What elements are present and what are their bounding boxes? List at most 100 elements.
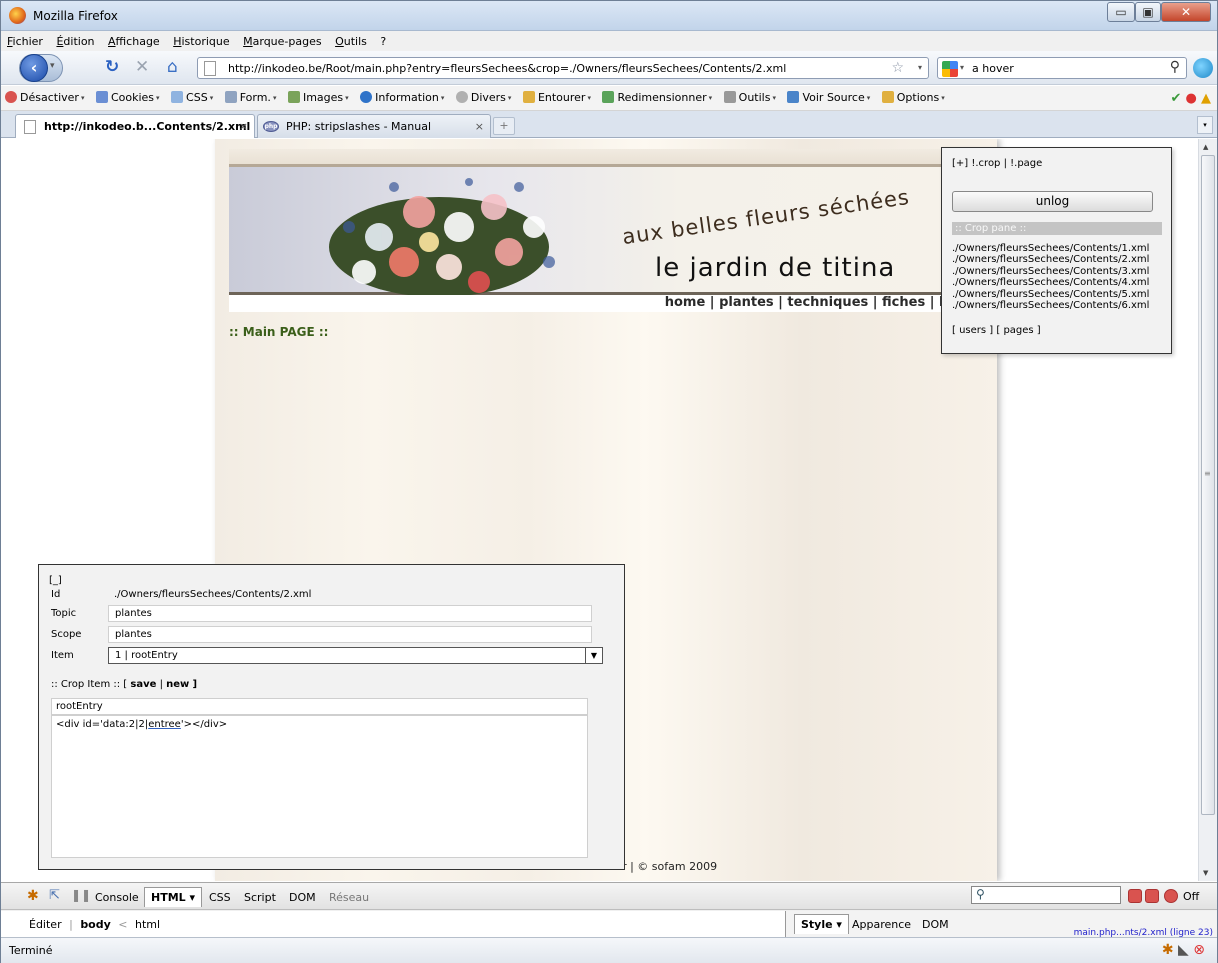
- firebug-bug-icon[interactable]: ✱: [27, 888, 39, 904]
- scrollbar-thumb[interactable]: [1201, 155, 1215, 815]
- vertical-scrollbar[interactable]: ▲ ≡ ▼: [1198, 139, 1217, 881]
- maximize-button[interactable]: ▣: [1135, 2, 1161, 22]
- pause-icon[interactable]: ❚❚: [71, 888, 91, 902]
- edit-button[interactable]: Éditer: [29, 918, 62, 931]
- bookmark-star-icon[interactable]: ☆: [891, 60, 904, 76]
- search-input[interactable]: a hover: [972, 62, 1014, 75]
- firebug-tab-html[interactable]: HTML ▾: [144, 887, 203, 907]
- editor-toggle[interactable]: [_]: [49, 575, 62, 586]
- valid-check-icon[interactable]: ✔: [1170, 91, 1181, 106]
- firefox-window: Mozilla Firefox ▭ ▣ ✕ Fichier Édition Af…: [0, 0, 1218, 963]
- topic-label: Topic: [51, 608, 77, 619]
- menu-edition[interactable]: Édition: [50, 31, 98, 48]
- stop-icon[interactable]: ✕: [135, 59, 149, 76]
- devbar-divers[interactable]: Divers ▾: [452, 91, 516, 104]
- users-pages-links[interactable]: [ users ] [ pages ]: [952, 325, 1041, 336]
- site-navigation[interactable]: home | plantes | techniques | fiches | b…: [229, 295, 983, 312]
- error-icon[interactable]: ●: [1186, 91, 1197, 106]
- topic-input[interactable]: plantes: [108, 605, 592, 622]
- firebug-tab-css[interactable]: CSS: [209, 891, 231, 904]
- devbar-redimensionner[interactable]: Redimensionner ▾: [598, 91, 716, 104]
- back-arrow-icon: ‹: [20, 54, 48, 82]
- list-all-tabs-icon[interactable]: ▾: [1197, 116, 1213, 134]
- devbar-voir-source[interactable]: Voir Source ▾: [783, 91, 874, 104]
- side-tab-apparence[interactable]: Apparence: [852, 918, 911, 931]
- home-icon[interactable]: ⌂: [167, 59, 178, 76]
- scroll-up-icon[interactable]: ▲: [1203, 143, 1208, 151]
- menu-marque-pages[interactable]: Marque-pages: [237, 31, 325, 48]
- back-button[interactable]: ‹ ▾: [19, 54, 63, 82]
- new-tab-button[interactable]: +: [493, 117, 515, 135]
- side-tab-style[interactable]: Style ▾: [794, 914, 849, 934]
- banner-site-name: le jardin de titina: [655, 253, 896, 283]
- search-icon[interactable]: ⚲: [1170, 59, 1180, 75]
- crop-file-link[interactable]: ./Owners/fleursSechees/Contents/2.xml: [952, 254, 1149, 265]
- firebug-search-input[interactable]: ⚲: [971, 886, 1121, 904]
- firebug-off-label[interactable]: Off: [1183, 890, 1199, 903]
- firebug-tab-reseau[interactable]: Réseau: [329, 891, 369, 904]
- devbar-css[interactable]: CSS ▾: [167, 91, 217, 104]
- devbar-cookies[interactable]: Cookies ▾: [92, 91, 164, 104]
- breadcrumb-separator: <: [118, 918, 128, 931]
- devbar-desactiver[interactable]: Désactiver ▾: [1, 91, 88, 104]
- google-icon[interactable]: [942, 61, 958, 77]
- error-status-icon[interactable]: ⊗: [1193, 942, 1205, 958]
- devbar-information[interactable]: Information ▾: [356, 91, 448, 104]
- unlog-button[interactable]: unlog: [952, 191, 1153, 212]
- separator: |: [159, 679, 163, 690]
- firebug-minimize-icon[interactable]: [1128, 889, 1142, 903]
- item-select[interactable]: 1 | rootEntry ▼: [108, 647, 603, 664]
- crop-name-input[interactable]: rootEntry: [51, 698, 588, 715]
- crop-file-link[interactable]: ./Owners/fleursSechees/Contents/5.xml: [952, 289, 1149, 300]
- firebug-detach-icon[interactable]: [1145, 889, 1159, 903]
- close-button[interactable]: ✕: [1161, 2, 1211, 22]
- devbar-options[interactable]: Options ▾: [878, 91, 949, 104]
- scope-input[interactable]: plantes: [108, 626, 592, 643]
- breadcrumb-html[interactable]: html: [135, 918, 160, 931]
- reload-icon[interactable]: ↻: [105, 59, 119, 76]
- devbar-entourer[interactable]: Entourer ▾: [519, 91, 595, 104]
- devbar-outils[interactable]: Outils ▾: [720, 91, 780, 104]
- new-link[interactable]: new: [166, 679, 189, 690]
- url-bar[interactable]: http://inkodeo.be/Root/main.php?entry=fl…: [197, 57, 929, 79]
- warning-icon[interactable]: ▲: [1201, 91, 1211, 106]
- history-dropdown-icon[interactable]: ▾: [50, 61, 55, 71]
- inspect-icon[interactable]: ⇱: [49, 888, 60, 903]
- save-link[interactable]: save: [130, 679, 156, 690]
- yslow-icon[interactable]: ◣: [1178, 942, 1189, 958]
- close-tab-icon[interactable]: ×: [239, 120, 248, 133]
- chevron-down-icon[interactable]: ▼: [585, 647, 603, 664]
- crop-file-link[interactable]: ./Owners/fleursSechees/Contents/4.xml: [952, 277, 1149, 288]
- firebug-tab-dom[interactable]: DOM: [289, 891, 316, 904]
- site-banner: aux belles fleurs séchées le jardin de t…: [229, 167, 983, 295]
- firebug-html-panel: Éditer | body < html Style ▾ Apparence D…: [1, 911, 1217, 938]
- crop-content-textarea[interactable]: <div id='data:2|2|entree'></div>: [51, 715, 588, 858]
- breadcrumb-body[interactable]: body: [80, 918, 110, 931]
- firebug-tab-script[interactable]: Script: [244, 891, 276, 904]
- url-dropdown-icon[interactable]: ▾: [918, 63, 922, 72]
- crop-file-link[interactable]: ./Owners/fleursSechees/Contents/6.xml: [952, 300, 1149, 311]
- devbar-form[interactable]: Form. ▾: [221, 91, 281, 104]
- tab-php-manual[interactable]: php PHP: stripslashes - Manual ×: [257, 114, 491, 138]
- menu-fichier[interactable]: Fichier: [1, 31, 47, 48]
- crop-pane-links[interactable]: [+] !.crop | !.page: [952, 158, 1042, 169]
- menu-historique[interactable]: Historique: [167, 31, 233, 48]
- crop-file-link[interactable]: ./Owners/fleursSechees/Contents/3.xml: [952, 266, 1149, 277]
- firebug-tab-console[interactable]: Console: [95, 891, 139, 904]
- devbar-images[interactable]: Images ▾: [284, 91, 353, 104]
- skype-icon[interactable]: [1193, 58, 1213, 78]
- menu-help[interactable]: ?: [374, 31, 390, 48]
- search-bar[interactable]: ▾ a hover ⚲: [937, 57, 1187, 79]
- firebug-status-icon[interactable]: ✱: [1162, 942, 1174, 958]
- firebug-power-icon[interactable]: [1164, 889, 1178, 903]
- menu-affichage[interactable]: Affichage: [102, 31, 164, 48]
- side-tab-dom[interactable]: DOM: [922, 918, 949, 931]
- search-engine-dropdown-icon[interactable]: ▾: [960, 63, 964, 72]
- close-tab-icon[interactable]: ×: [475, 120, 484, 133]
- scroll-down-icon[interactable]: ▼: [1203, 869, 1208, 877]
- menu-outils[interactable]: Outils: [329, 31, 371, 48]
- url-text[interactable]: http://inkodeo.be/Root/main.php?entry=fl…: [228, 62, 786, 75]
- minimize-button[interactable]: ▭: [1107, 2, 1135, 22]
- crop-file-link[interactable]: ./Owners/fleursSechees/Contents/1.xml: [952, 243, 1149, 254]
- tab-inkodeo[interactable]: http://inkodeo.b...Contents/2.xml ×: [15, 114, 255, 138]
